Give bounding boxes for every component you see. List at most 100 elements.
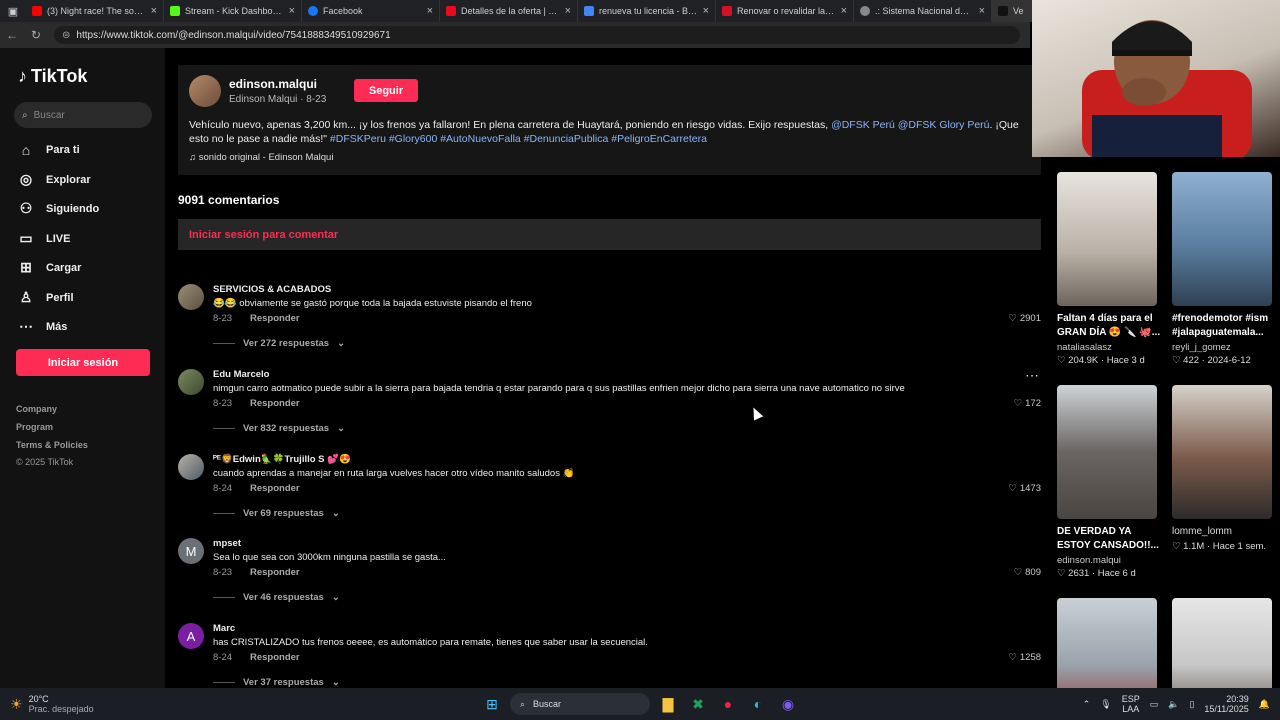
video-author[interactable]: edinson.malqui [1057,555,1161,566]
video-thumbnail[interactable] [1172,172,1272,306]
media-app-icon[interactable]: ● [716,692,740,716]
url-field[interactable]: ⊜ https://www.tiktok.com/@edinson.malqui… [54,26,1020,44]
sidebar-item-label: LIVE [46,232,71,245]
comment-author[interactable]: SERVICIOS & ACABADOS [213,284,331,295]
chat-app-icon[interactable]: ◉ [776,692,800,716]
close-icon[interactable]: × [565,5,571,17]
window-menu-icon[interactable]: ▣ [0,0,26,22]
reply-button[interactable]: Responder [250,652,300,663]
browser-tab[interactable]: Renovar o revalidar la licen × [716,0,854,22]
close-icon[interactable]: × [289,5,295,17]
microphone-icon[interactable]: 🎙 [1100,699,1111,710]
video-author[interactable]: reyli_j_gomez [1172,342,1276,353]
video-card[interactable]: DE VERDAD YA ESTOY CANSADO!!... edinson.… [1057,385,1161,579]
file-explorer-icon[interactable]: ▇ [656,692,680,716]
view-replies-button[interactable]: Ver 37 respuestas ⌄ [213,677,340,688]
windows-start-icon[interactable]: ⊞ [480,692,504,716]
notification-icon[interactable]: 🔔 [1259,699,1270,710]
spreadsheet-app-icon[interactable]: ✖ [686,692,710,716]
hashtag-links[interactable]: #DFSKPeru #Glory600 #AutoNuevoFalla #Den… [330,133,707,145]
sidebar-item-para-ti[interactable]: ⌂ Para ti [18,142,80,158]
battery-icon[interactable]: ▯ [1189,699,1194,710]
close-icon[interactable]: × [703,5,709,17]
sidebar-item-cargar[interactable]: ⊞ Cargar [18,259,81,276]
sidebar-item-explorar[interactable]: ◎ Explorar [18,171,91,188]
comment-author[interactable]: Marc [213,623,235,634]
site-info-icon[interactable]: ⊜ [62,30,70,41]
taskbar-search[interactable]: ⌕ Buscar [510,693,650,715]
network-icon[interactable]: ▭ [1150,699,1159,710]
close-icon[interactable]: × [427,5,433,17]
reload-icon[interactable]: ↻ [24,28,48,42]
view-replies-button[interactable]: Ver 832 respuestas ⌄ [213,423,345,434]
clock[interactable]: 20:39 15/11/2025 [1204,694,1248,714]
sound-link[interactable]: ♫ sonido original - Edinson Malqui [189,152,333,163]
browser-tab[interactable]: .: Sistema Nacional de Con × [854,0,992,22]
footer-link-program[interactable]: Program [16,422,53,432]
view-replies-button[interactable]: Ver 46 respuestas ⌄ [213,592,340,603]
video-card[interactable]: lomme_lomm ♡ 1.1M · Hace 1 sem. [1172,385,1276,552]
search-input[interactable]: ⌕ Buscar [14,102,152,128]
follow-button[interactable]: Seguir [354,79,418,102]
volume-icon[interactable]: 🔈 [1168,699,1179,710]
video-card[interactable]: #frenodemotor #ism #jalapaguatemala... r… [1172,172,1276,366]
video-thumbnail[interactable] [1172,385,1272,519]
post-username[interactable]: edinson.malqui [229,77,317,91]
login-to-comment-bar[interactable]: Iniciar sesión para comentar [178,219,1041,250]
video-card[interactable] [1172,598,1276,688]
video-thumbnail[interactable] [1057,385,1157,519]
sidebar-item-mas[interactable]: ⋯ Más [18,318,67,335]
video-author[interactable]: nataliasalasz [1057,342,1161,353]
reply-button[interactable]: Responder [250,483,300,494]
reply-button[interactable]: Responder [250,313,300,324]
browser-tab[interactable]: Ve [992,0,1032,22]
weather-widget[interactable]: ☀ 20°C Prac. despejado [10,694,130,714]
mention-link[interactable]: @DFSK Perú [831,119,895,131]
video-title: #frenodemotor #ism #jalapaguatemala... [1172,313,1269,338]
video-card[interactable] [1057,598,1161,688]
comment-author[interactable]: Edu Marcelo [213,369,270,380]
avatar[interactable] [178,454,204,480]
like-button[interactable]: ♡ 2901 [1008,313,1041,324]
view-replies-button[interactable]: Ver 69 respuestas ⌄ [213,508,340,519]
avatar[interactable]: M [178,538,204,564]
login-button[interactable]: Iniciar sesión [16,349,150,376]
browser-tab[interactable]: Facebook × [302,0,440,22]
avatar[interactable]: A [178,623,204,649]
sidebar-item-perfil[interactable]: ♙ Perfil [18,289,74,306]
close-icon[interactable]: × [979,5,985,17]
mention-link[interactable]: @DFSK Glory Perú [898,119,990,131]
like-button[interactable]: ♡ 1473 [1008,483,1041,494]
reply-button[interactable]: Responder [250,567,300,578]
footer-link-company[interactable]: Company [16,404,57,414]
like-button[interactable]: ♡ 809 [1014,567,1041,578]
avatar[interactable] [189,75,221,107]
sidebar-item-siguiendo[interactable]: ⚇ Siguiendo [18,200,99,217]
avatar[interactable] [178,284,204,310]
back-icon[interactable]: ← [0,28,24,42]
browser-tab[interactable]: Detalles de la oferta | Toyot × [440,0,578,22]
footer-link-terms[interactable]: Terms & Policies [16,440,88,450]
avatar[interactable] [178,369,204,395]
language-indicator[interactable]: ESP LAA [1122,694,1140,714]
browser-tab[interactable]: (3) Night race! The sound o × [26,0,164,22]
comment-author[interactable]: ᴾᴱ🦁Edwin🦜🍀Trujillo S 💕😍 [213,454,351,465]
browser-tab[interactable]: renueva tu licencia - Búsqu × [578,0,716,22]
video-thumbnail[interactable] [1057,598,1157,688]
browser-tab[interactable]: Stream - Kick Dashboard × [164,0,302,22]
edge-browser-icon[interactable]: ◐ [746,692,770,716]
like-button[interactable]: ♡ 172 [1014,398,1041,409]
sidebar-item-live[interactable]: ▭ LIVE [18,230,70,247]
video-card[interactable]: Faltan 4 días para el GRAN DÍA 😍 🔪 🐙... … [1057,172,1161,366]
tiktok-logo[interactable]: ♪ TikTok [18,66,87,87]
reply-button[interactable]: Responder [250,398,300,409]
more-options-icon[interactable]: ⋯ [1025,367,1039,384]
chevron-up-icon[interactable]: ⌃ [1083,699,1091,710]
comment-author[interactable]: mpset [213,538,241,549]
video-thumbnail[interactable] [1057,172,1157,306]
close-icon[interactable]: × [841,5,847,17]
view-replies-button[interactable]: Ver 272 respuestas ⌄ [213,338,345,349]
like-button[interactable]: ♡ 1258 [1008,652,1041,663]
video-thumbnail[interactable] [1172,598,1272,688]
close-icon[interactable]: × [151,5,157,17]
